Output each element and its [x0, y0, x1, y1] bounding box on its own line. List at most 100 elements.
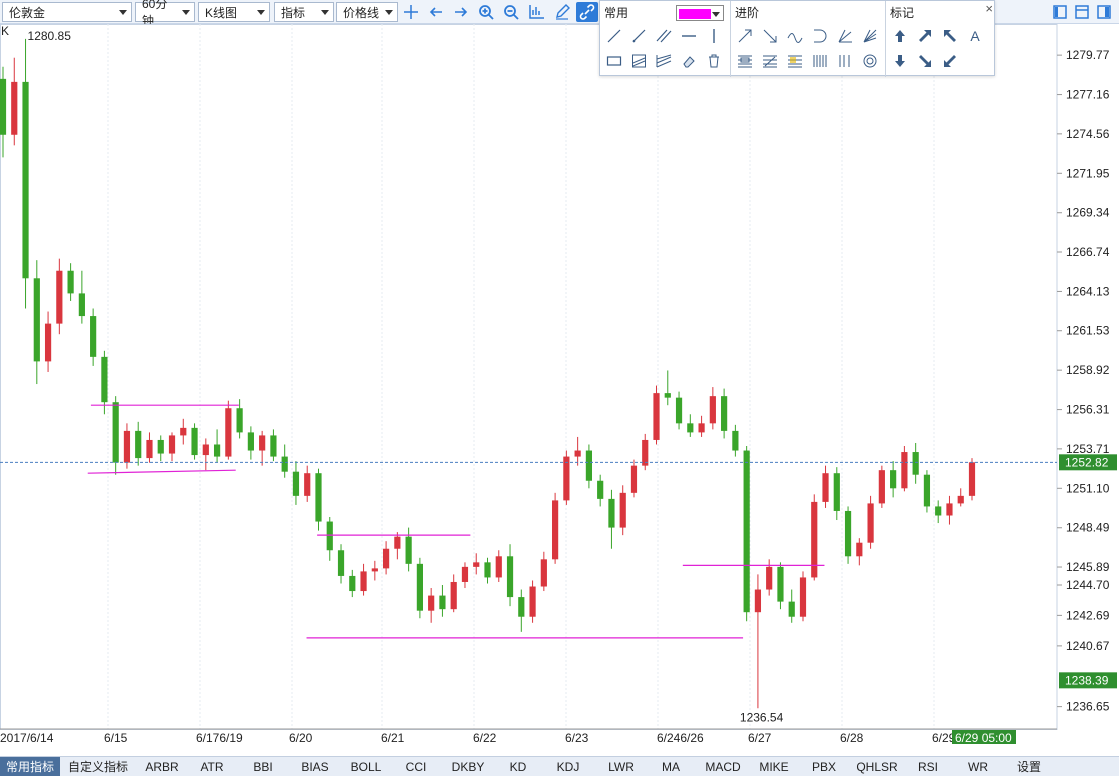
arc-tool-button[interactable] — [810, 26, 830, 46]
candle-body[interactable] — [495, 556, 502, 578]
candle-body[interactable] — [856, 542, 863, 557]
scroll-left-button[interactable] — [425, 2, 447, 22]
fib-timezone-tool-button[interactable] — [810, 51, 830, 71]
candlestick-chart-svg[interactable]: 1279.77 1277.16 1274.56 1271.95 1269.34 1266.… — [0, 24, 1119, 746]
candle-body[interactable] — [833, 473, 840, 511]
candle-body[interactable] — [754, 589, 762, 613]
vertical-line-tool-button[interactable] — [704, 26, 724, 46]
fib-retracement-tool-button[interactable] — [735, 51, 755, 71]
candle-body[interactable] — [540, 559, 547, 587]
indicator-tab[interactable]: CCI — [396, 757, 436, 776]
close-panel-button[interactable]: × — [985, 1, 993, 16]
candle-body[interactable] — [890, 470, 897, 489]
candle-body[interactable] — [22, 81, 29, 279]
indicator-tab[interactable]: RSI — [906, 757, 950, 776]
fib-extension-tool-button[interactable] — [760, 51, 780, 71]
candle-body[interactable] — [450, 581, 457, 610]
candle-body[interactable] — [326, 521, 333, 551]
candle-body[interactable] — [56, 270, 63, 324]
indicator-tab[interactable]: 自定义指标 — [62, 757, 134, 776]
arrow-up-marker-button[interactable] — [890, 26, 910, 46]
price-chart[interactable]: 1279.77 1277.16 1274.56 1271.95 1269.34 1266.… — [0, 24, 1119, 746]
symbol-select[interactable]: 伦敦金 — [2, 2, 132, 22]
candle-body[interactable] — [33, 278, 40, 362]
candle-body[interactable] — [337, 550, 345, 576]
indicator-tab[interactable]: KD — [500, 757, 536, 776]
rectangle-tool-button[interactable] — [604, 51, 624, 71]
candle-body[interactable] — [732, 430, 739, 451]
chart-type-select[interactable]: K线图 — [198, 2, 270, 22]
indicator-tab[interactable]: DKBY — [442, 757, 494, 776]
candle-body[interactable] — [630, 465, 638, 493]
candle-body[interactable] — [304, 473, 311, 496]
arrow-down-left-marker-button[interactable] — [940, 51, 960, 71]
circle-tool-button[interactable] — [860, 51, 880, 71]
arrow-up-right-marker-button[interactable] — [915, 26, 935, 46]
eraser-tool-button[interactable] — [679, 51, 699, 71]
candle-body[interactable] — [529, 586, 536, 617]
candle-body[interactable] — [168, 435, 176, 454]
indicator-tab[interactable]: MIKE — [754, 757, 794, 776]
arrow-up-left-marker-button[interactable] — [940, 26, 960, 46]
candle-body[interactable] — [642, 439, 649, 466]
candle-body[interactable] — [664, 393, 671, 398]
candle-body[interactable] — [461, 566, 469, 582]
candle-body[interactable] — [957, 495, 964, 504]
candle-body[interactable] — [574, 450, 581, 457]
wave-tool-button[interactable] — [785, 26, 805, 46]
candle-body[interactable] — [968, 462, 976, 496]
candle-body[interactable] — [405, 536, 412, 564]
candle-body[interactable] — [202, 444, 209, 456]
layout-single-button[interactable] — [1051, 3, 1069, 21]
candle-body[interactable] — [382, 548, 390, 569]
indicator-tab[interactable]: BIAS — [292, 757, 338, 776]
ray-tool-button[interactable] — [629, 26, 649, 46]
candle-body[interactable] — [180, 427, 187, 436]
candle-body[interactable] — [653, 393, 660, 440]
period-select[interactable]: 60分钟 — [135, 0, 195, 28]
indicator-tab[interactable]: QHLSR — [854, 757, 900, 776]
candle-body[interactable] — [0, 78, 7, 135]
candle-body[interactable] — [788, 601, 795, 617]
layout-grid-button[interactable] — [1095, 3, 1113, 21]
indicator-tab[interactable]: ARBR — [140, 757, 184, 776]
candle-body[interactable] — [687, 423, 694, 433]
zoom-out-button[interactable] — [500, 2, 522, 22]
candle-body[interactable] — [946, 503, 953, 516]
candle-body[interactable] — [912, 452, 919, 475]
candle-body[interactable] — [766, 566, 773, 590]
candle-body[interactable] — [619, 492, 626, 528]
link-button[interactable] — [576, 2, 598, 22]
indicator-tab[interactable]: BBI — [240, 757, 286, 776]
layout-split-button[interactable] — [1073, 3, 1091, 21]
draw-tool-button[interactable] — [551, 2, 573, 22]
indicator-tab[interactable]: MA — [650, 757, 692, 776]
candle-body[interactable] — [225, 408, 232, 457]
candle-body[interactable] — [608, 498, 615, 528]
fib-fan-tool-button[interactable] — [785, 51, 805, 71]
candle-body[interactable] — [146, 439, 153, 459]
candle-body[interactable] — [67, 270, 74, 294]
candle-body[interactable] — [439, 595, 446, 610]
indicator-tab[interactable]: 常用指标 — [0, 757, 60, 776]
segment-tool-button[interactable] — [604, 26, 624, 46]
indicator-select[interactable]: 指标 — [274, 2, 334, 22]
candle-body[interactable] — [371, 568, 378, 572]
candle-body[interactable] — [721, 396, 728, 431]
candle-body[interactable] — [935, 506, 942, 516]
candle-body[interactable] — [11, 81, 18, 135]
indicator-tab[interactable]: KDJ — [542, 757, 594, 776]
indicator-tab[interactable]: MACD — [698, 757, 748, 776]
candle-body[interactable] — [585, 450, 593, 481]
horizontal-line-tool-button[interactable] — [679, 26, 699, 46]
candle-body[interactable] — [563, 456, 570, 501]
candle-body[interactable] — [484, 562, 491, 578]
candle-body[interactable] — [349, 575, 356, 592]
candle-body[interactable] — [428, 595, 435, 611]
candle-body[interactable] — [777, 566, 784, 602]
candle-body[interactable] — [923, 474, 931, 507]
candle-body[interactable] — [259, 435, 266, 451]
crosshair-button[interactable] — [400, 2, 422, 22]
candle-body[interactable] — [518, 597, 525, 617]
zoom-in-button[interactable] — [475, 2, 497, 22]
